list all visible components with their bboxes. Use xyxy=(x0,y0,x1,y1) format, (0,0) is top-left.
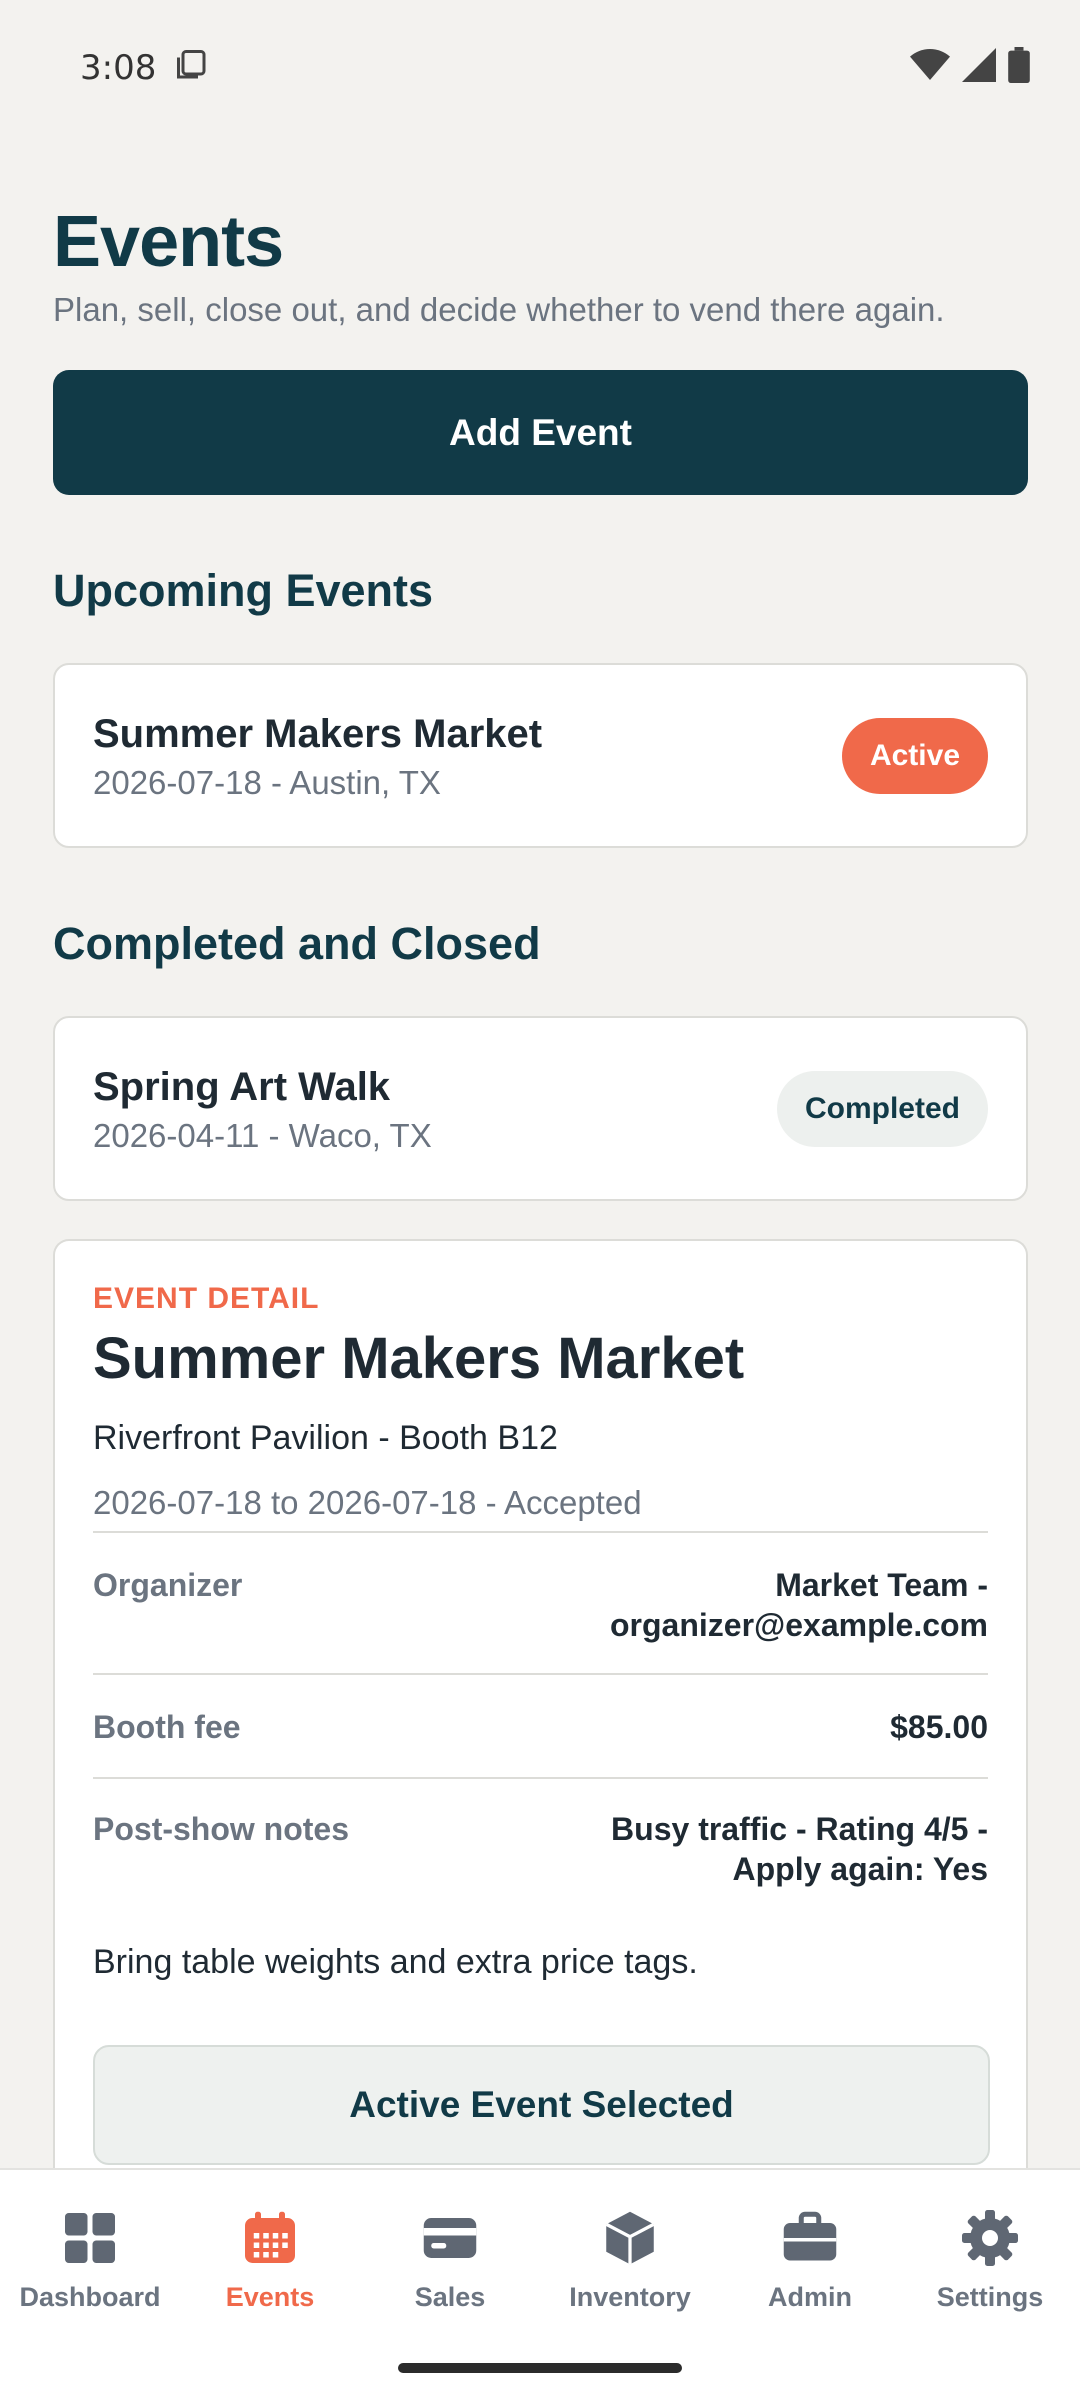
status-time: 3:08 xyxy=(80,47,157,88)
event-meta: 2026-04-11 - Waco, TX xyxy=(93,1116,432,1154)
organizer-row: Organizer Market Team - organizer@exampl… xyxy=(93,1533,988,1675)
detail-eyebrow: EVENT DETAIL xyxy=(93,1282,320,1315)
organizer-value-line2: organizer@example.com xyxy=(610,1607,988,1643)
completed-events-title: Completed and Closed xyxy=(53,918,541,969)
card-icon xyxy=(420,2208,480,2268)
event-card-spring-art-walk[interactable]: Spring Art Walk 2026-04-11 - Waco, TX Co… xyxy=(53,1016,1028,1201)
briefcase-icon xyxy=(780,2208,840,2268)
box-icon xyxy=(600,2208,660,2268)
booth-fee-label: Booth fee xyxy=(93,1709,241,1745)
notes-value-line2: Apply again: Yes xyxy=(732,1851,989,1887)
nav-item-dashboard[interactable]: Dashboard xyxy=(0,2208,180,2313)
nav-label: Dashboard xyxy=(19,2282,161,2312)
cell-signal-icon xyxy=(962,48,996,87)
active-event-selected-button[interactable]: Active Event Selected xyxy=(93,2045,990,2165)
post-show-notes-value: Busy traffic - Rating 4/5 - Apply again:… xyxy=(611,1809,988,1889)
organizer-value: Market Team - organizer@example.com xyxy=(610,1565,988,1645)
main-content: Events Plan, sell, close out, and decide… xyxy=(53,200,1028,2199)
event-card-summer-makers-market[interactable]: Summer Makers Market 2026-07-18 - Austin… xyxy=(53,663,1028,848)
detail-title: Summer Makers Market xyxy=(93,1326,745,1391)
nav-label: Settings xyxy=(936,2282,1044,2312)
nav-label: Inventory xyxy=(569,2282,691,2312)
organizer-label: Organizer xyxy=(93,1567,243,1603)
status-bar: 3:08 xyxy=(0,0,1080,135)
booth-fee-value: $85.00 xyxy=(890,1709,988,1745)
nav-label: Sales xyxy=(414,2282,486,2312)
nav-item-inventory[interactable]: Inventory xyxy=(540,2208,720,2313)
upcoming-events-title: Upcoming Events xyxy=(53,565,434,616)
page-title: Events xyxy=(53,202,284,282)
nav-item-events[interactable]: Events xyxy=(180,2208,360,2313)
status-badge: Active xyxy=(841,717,988,794)
wifi-icon xyxy=(910,48,950,87)
booth-fee-row: Booth fee $85.00 xyxy=(93,1675,988,1779)
nav-label: Admin xyxy=(768,2282,852,2312)
detail-note: Bring table weights and extra price tags… xyxy=(93,1943,698,1981)
status-badge: Completed xyxy=(776,1070,988,1147)
event-detail-card: EVENT DETAIL Summer Makers Market Riverf… xyxy=(53,1239,1028,2199)
event-name: Summer Makers Market xyxy=(93,711,543,756)
organizer-value-line1: Market Team - xyxy=(775,1567,988,1603)
page-subtitle: Plan, sell, close out, and decide whethe… xyxy=(53,291,945,328)
post-show-notes-row: Post-show notes Busy traffic - Rating 4/… xyxy=(93,1779,988,1889)
screenshot-notification-icon xyxy=(174,47,210,88)
nav-item-settings[interactable]: Settings xyxy=(900,2208,1080,2313)
event-meta: 2026-07-18 - Austin, TX xyxy=(93,763,441,801)
detail-venue: Riverfront Pavilion - Booth B12 xyxy=(93,1419,558,1457)
gear-icon xyxy=(960,2208,1020,2268)
post-show-notes-label: Post-show notes xyxy=(93,1811,350,1847)
add-event-button[interactable]: Add Event xyxy=(53,370,1028,495)
home-indicator[interactable] xyxy=(398,2363,682,2373)
battery-icon xyxy=(1008,47,1030,88)
calendar-icon xyxy=(240,2208,300,2268)
notes-value-line1: Busy traffic - Rating 4/5 - xyxy=(611,1811,988,1847)
detail-dates: 2026-07-18 to 2026-07-18 - Accepted xyxy=(93,1483,988,1533)
nav-item-sales[interactable]: Sales xyxy=(360,2208,540,2313)
nav-item-admin[interactable]: Admin xyxy=(720,2208,900,2313)
nav-label: Events xyxy=(225,2282,315,2312)
grid-icon xyxy=(60,2208,120,2268)
event-name: Spring Art Walk xyxy=(93,1064,391,1109)
